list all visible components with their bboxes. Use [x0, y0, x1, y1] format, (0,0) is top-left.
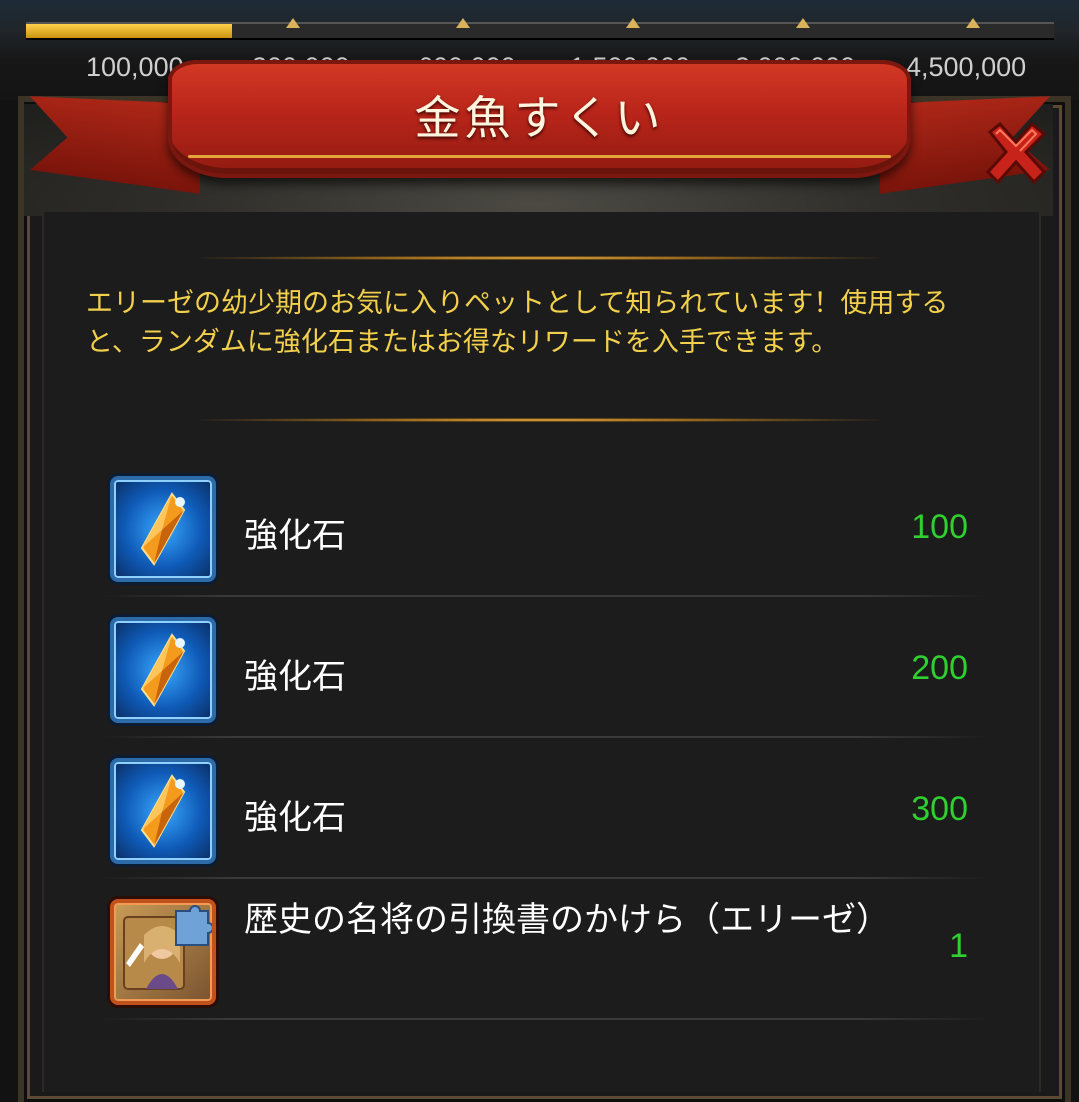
reward-row: 歴史の名将の引換書のかけら（エリーゼ） 1 — [100, 879, 990, 1020]
close-icon — [985, 121, 1047, 185]
milestone-marker — [456, 18, 470, 28]
close-button[interactable] — [980, 118, 1052, 190]
enhancement-stone-icon — [110, 758, 216, 864]
reward-quantity: 200 — [911, 649, 968, 687]
title-ribbon: 金魚すくい — [168, 60, 911, 178]
dialog-title: 金魚すくい — [414, 91, 665, 145]
enhancement-stone-icon — [110, 617, 216, 723]
reward-quantity: 300 — [911, 790, 968, 828]
reward-name: 強化石 — [244, 657, 346, 697]
divider-glow-top — [200, 256, 880, 260]
milestone-marker — [286, 18, 300, 28]
reward-quantity: 1 — [949, 927, 968, 965]
divider-glow-bottom — [200, 418, 880, 422]
reward-row: 強化石 100 — [100, 456, 990, 597]
reward-progress-bar — [26, 18, 1054, 40]
reward-row: 強化石 300 — [100, 738, 990, 879]
item-description: エリーゼの幼少期のお気に入りペットとして知られています！使用すると、ランダムに強… — [86, 288, 949, 358]
row-divider — [100, 1018, 990, 1020]
milestone-label: 4,500,000 — [906, 52, 1027, 82]
milestone-marker — [796, 18, 810, 28]
milestone-marker — [966, 18, 980, 28]
reward-name: 強化石 — [244, 798, 346, 838]
enhancement-stone-icon — [110, 476, 216, 582]
reward-quantity: 100 — [911, 508, 968, 546]
reward-name: 歴史の名将の引換書のかけら（エリーゼ） — [244, 900, 890, 940]
milestone-marker — [626, 18, 640, 28]
ribbon-trim — [188, 155, 891, 158]
progress-fill — [26, 24, 232, 38]
reward-name: 強化石 — [244, 516, 346, 556]
hero-voucher-fragment-icon — [110, 899, 216, 1005]
reward-row: 強化石 200 — [100, 597, 990, 738]
